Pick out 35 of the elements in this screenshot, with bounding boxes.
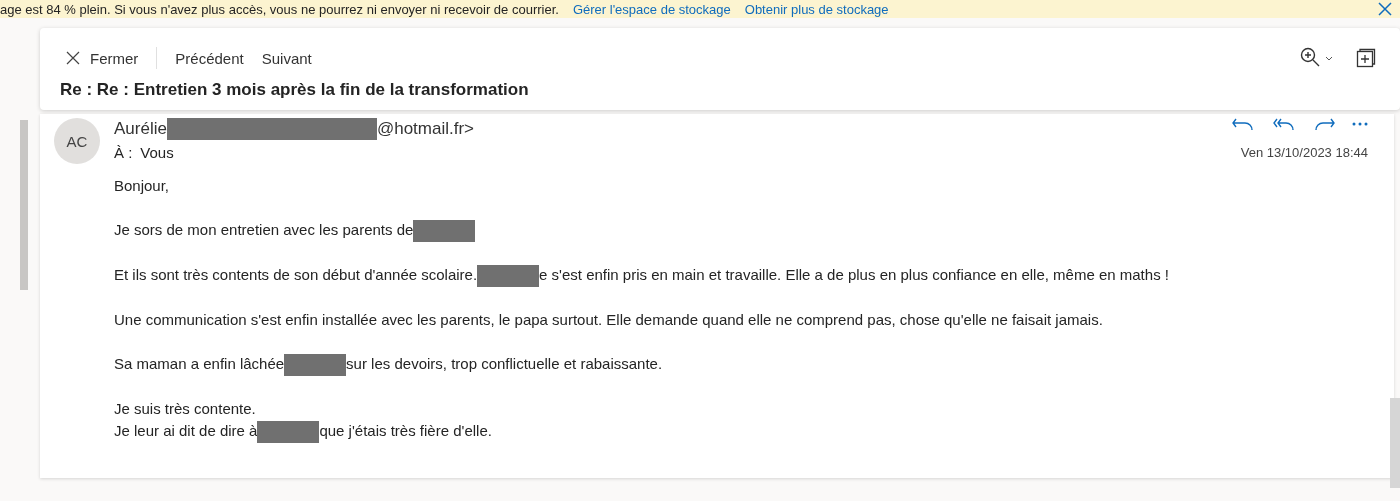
reply-icon[interactable]: [1232, 117, 1256, 131]
redaction-block: [413, 220, 476, 243]
previous-button[interactable]: Précédent: [169, 45, 250, 71]
body-text: Sa maman a enfin lâchée: [114, 355, 285, 373]
banner-message: age est 84 % plein. Si vous n'avez plus accès, vous ne pourrez ni envoyer ni recevoir de courrier.: [0, 1, 559, 17]
email-subject: Re : Re : Entretien 3 mois après la fin de la transformation: [60, 80, 530, 100]
body-text: Une communication s'est enfin installée avec les parents, le papa surtout. Elle demande quand elle ne comprend pas, chose qu'elle ne faisait jamais.: [114, 311, 1103, 329]
scrollbar[interactable]: [1390, 398, 1400, 488]
next-button[interactable]: Suivant: [255, 45, 318, 71]
sender-avatar: AC: [54, 118, 100, 164]
recipient-name: Vous: [140, 144, 174, 161]
body-text: Je leur ai dit de dire à: [114, 422, 258, 440]
body-text: que j'étais très fière d'elle.: [319, 422, 492, 440]
sender-address: Aurélie: [114, 119, 167, 139]
body-text: Et ils sont très contents de son début d'année scolaire.: [114, 266, 478, 284]
body-text: Je suis très contente.: [114, 400, 256, 418]
forward-icon[interactable]: [1312, 117, 1336, 131]
banner-link[interactable]: Obtenir plus de stockage: [744, 1, 889, 17]
body-text: Je sors de mon entretien avec les parents de: [114, 221, 414, 238]
reply-all-icon[interactable]: [1272, 117, 1296, 131]
more-icon[interactable]: [1352, 121, 1368, 127]
body-text: Bonjour,: [114, 177, 170, 194]
body-text: e s'est enfin pris en main et travaille. Elle a de plus en plus confiance en elle, même en maths !: [539, 266, 1169, 284]
message-date: Ven 13/10/2023 18:44: [1240, 145, 1368, 160]
banner-link[interactable]: Gérer l'espace de stockage: [572, 1, 731, 17]
scrollbar[interactable]: [20, 120, 28, 290]
sender-address: @hotmail.fr>: [376, 119, 475, 139]
body-text: sur les devoirs, trop conflictuelle et rabaissante.: [346, 355, 663, 373]
redaction-block: [477, 265, 540, 288]
redaction-block: [257, 421, 320, 444]
redaction-block: [284, 354, 347, 377]
close-button[interactable]: Fermer: [60, 45, 145, 71]
recipient-label: À :: [114, 144, 133, 161]
close-icon: [66, 51, 80, 65]
close-icon[interactable]: [1378, 2, 1392, 16]
